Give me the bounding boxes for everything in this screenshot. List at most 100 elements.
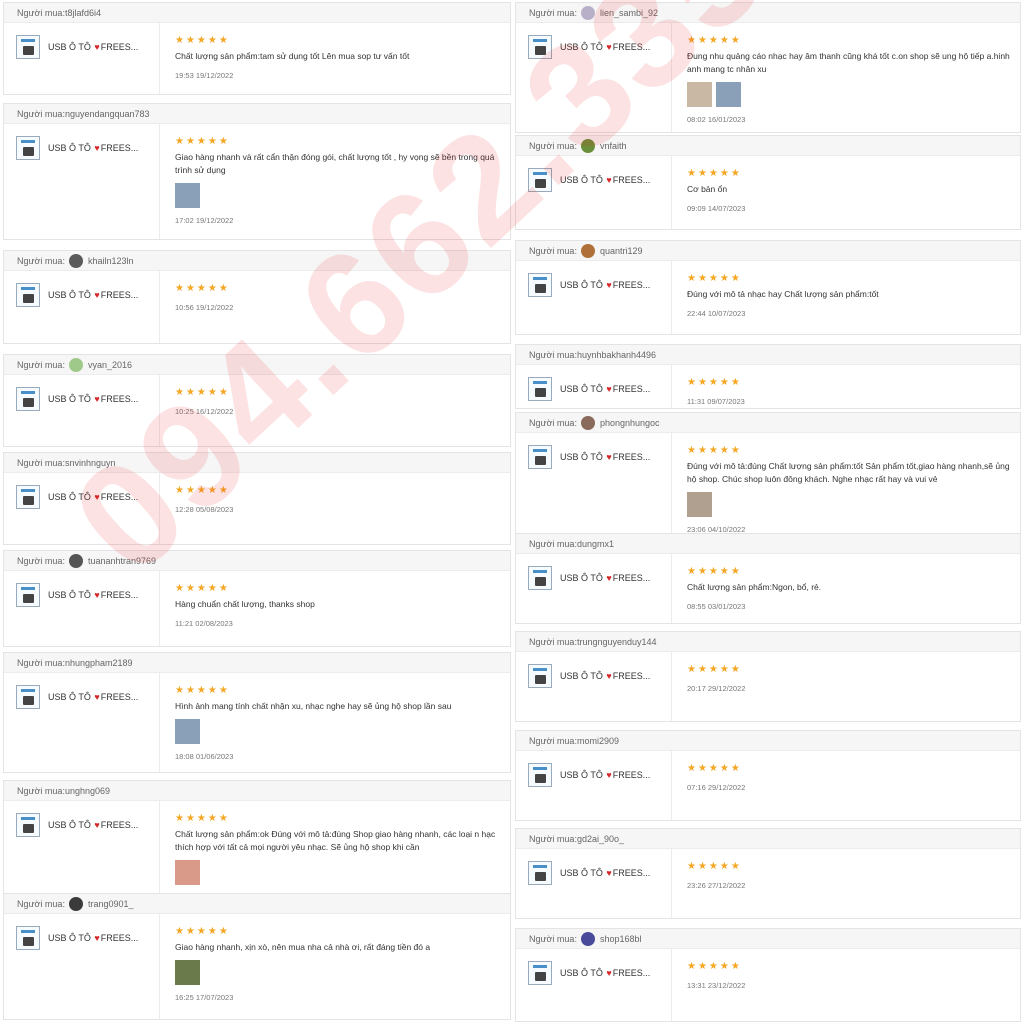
- review-photo[interactable]: [175, 719, 200, 744]
- product-thumbnail[interactable]: [16, 813, 40, 837]
- product-name[interactable]: USB Ô TÔ ♥FREES...: [560, 42, 650, 52]
- product-thumbnail[interactable]: [528, 664, 552, 688]
- product-link[interactable]: USB Ô TÔ ♥FREES...: [528, 273, 650, 297]
- product-link[interactable]: USB Ô TÔ ♥FREES...: [16, 685, 138, 709]
- product-thumbnail[interactable]: [528, 35, 552, 59]
- product-name[interactable]: USB Ô TÔ ♥FREES...: [560, 868, 650, 878]
- review-content: ★★★★★ Giao hàng nhanh, xịn xò, nên mua nh…: [175, 926, 502, 1002]
- buyer-name[interactable]: tuananhtran9769: [88, 556, 156, 566]
- buyer-name[interactable]: unghng069: [65, 786, 110, 796]
- product-link[interactable]: USB Ô TÔ ♥FREES...: [528, 377, 650, 401]
- product-name-text: USB Ô TÔ: [48, 143, 91, 153]
- product-thumbnail[interactable]: [16, 283, 40, 307]
- buyer-name[interactable]: quantri129: [600, 246, 643, 256]
- buyer-prefix: Người mua:: [529, 7, 577, 18]
- buyer-name[interactable]: gd2ai_90o_: [577, 834, 624, 844]
- product-thumbnail[interactable]: [528, 763, 552, 787]
- product-link[interactable]: USB Ô TÔ ♥FREES...: [16, 485, 138, 509]
- product-link[interactable]: USB Ô TÔ ♥FREES...: [528, 168, 650, 192]
- product-thumbnail[interactable]: [16, 136, 40, 160]
- product-link[interactable]: USB Ô TÔ ♥FREES...: [528, 566, 650, 590]
- product-link[interactable]: USB Ô TÔ ♥FREES...: [528, 763, 650, 787]
- buyer-name[interactable]: dungmx1: [577, 539, 614, 549]
- product-thumbnail[interactable]: [528, 273, 552, 297]
- product-link[interactable]: USB Ô TÔ ♥FREES...: [16, 35, 138, 59]
- product-name[interactable]: USB Ô TÔ ♥FREES...: [48, 590, 138, 600]
- review-photos: [687, 492, 1012, 517]
- product-link[interactable]: USB Ô TÔ ♥FREES...: [528, 961, 650, 985]
- product-name-suffix: FREES...: [612, 968, 651, 978]
- buyer-name[interactable]: trungnguyenduy144: [577, 637, 657, 647]
- review-photo[interactable]: [687, 492, 712, 517]
- heart-icon: ♥: [94, 820, 100, 830]
- product-thumbnail[interactable]: [528, 861, 552, 885]
- product-name[interactable]: USB Ô TÔ ♥FREES...: [560, 573, 650, 583]
- buyer-name[interactable]: phongnhungoc: [600, 418, 660, 428]
- product-thumbnail[interactable]: [16, 35, 40, 59]
- buyer-name[interactable]: momi2909: [577, 736, 619, 746]
- buyer-name[interactable]: trang0901_: [88, 899, 134, 909]
- review-timestamp: 08:02 16/01/2023: [687, 115, 746, 124]
- product-link[interactable]: USB Ô TÔ ♥FREES...: [16, 813, 138, 837]
- product-name[interactable]: USB Ô TÔ ♥FREES...: [560, 175, 650, 185]
- product-thumbnail[interactable]: [528, 445, 552, 469]
- product-name[interactable]: USB Ô TÔ ♥FREES...: [560, 968, 650, 978]
- product-name[interactable]: USB Ô TÔ ♥FREES...: [48, 143, 138, 153]
- product-link[interactable]: USB Ô TÔ ♥FREES...: [528, 35, 650, 59]
- product-thumbnail[interactable]: [528, 961, 552, 985]
- product-name[interactable]: USB Ô TÔ ♥FREES...: [48, 394, 138, 404]
- review-body: USB Ô TÔ ♥FREES... ★★★★★ 11:31 09/07/2023: [516, 365, 1020, 408]
- product-name[interactable]: USB Ô TÔ ♥FREES...: [48, 42, 138, 52]
- product-name[interactable]: USB Ô TÔ ♥FREES...: [48, 820, 138, 830]
- product-link[interactable]: USB Ô TÔ ♥FREES...: [528, 664, 650, 688]
- product-thumbnail[interactable]: [528, 168, 552, 192]
- product-link[interactable]: USB Ô TÔ ♥FREES...: [16, 583, 138, 607]
- buyer-name[interactable]: vyan_2016: [88, 360, 132, 370]
- review-card: Người mua: quantri129 USB Ô TÔ ♥FREES... ★★…: [515, 240, 1021, 335]
- review-body: USB Ô TÔ ♥FREES... ★★★★★ Cơ bản ổn 09:09 14…: [516, 156, 1020, 229]
- product-name[interactable]: USB Ô TÔ ♥FREES...: [48, 933, 138, 943]
- review-photo[interactable]: [175, 860, 200, 885]
- product-thumbnail[interactable]: [16, 685, 40, 709]
- review-photo[interactable]: [716, 82, 741, 107]
- buyer-name[interactable]: khailn123ln: [88, 256, 134, 266]
- product-name[interactable]: USB Ô TÔ ♥FREES...: [560, 452, 650, 462]
- buyer-name[interactable]: t8jlafd6i4: [65, 8, 101, 18]
- buyer-name[interactable]: vnfaith: [600, 141, 627, 151]
- product-thumbnail[interactable]: [16, 926, 40, 950]
- buyer-name[interactable]: nguyendangquan783: [65, 109, 150, 119]
- product-name[interactable]: USB Ô TÔ ♥FREES...: [560, 671, 650, 681]
- product-name-text: USB Ô TÔ: [48, 42, 91, 52]
- review-photo[interactable]: [687, 82, 712, 107]
- product-name[interactable]: USB Ô TÔ ♥FREES...: [560, 384, 650, 394]
- buyer-name[interactable]: huynhbakhanh4496: [577, 350, 656, 360]
- product-link[interactable]: USB Ô TÔ ♥FREES...: [16, 387, 138, 411]
- product-thumbnail[interactable]: [528, 377, 552, 401]
- column-divider: [159, 271, 160, 343]
- product-link[interactable]: USB Ô TÔ ♥FREES...: [16, 283, 138, 307]
- product-link[interactable]: USB Ô TÔ ♥FREES...: [528, 861, 650, 885]
- review-photo[interactable]: [175, 960, 200, 985]
- product-thumbnail[interactable]: [16, 387, 40, 411]
- product-name[interactable]: USB Ô TÔ ♥FREES...: [48, 692, 138, 702]
- buyer-name[interactable]: shop168bl: [600, 934, 642, 944]
- review-photo[interactable]: [175, 183, 200, 208]
- buyer-name[interactable]: nhungpham2189: [65, 658, 133, 668]
- product-thumbnail[interactable]: [528, 566, 552, 590]
- review-text: Chất lượng sản phẩm:tam sử dụng tốt Lên …: [175, 51, 410, 61]
- product-name[interactable]: USB Ô TÔ ♥FREES...: [48, 492, 138, 502]
- product-name[interactable]: USB Ô TÔ ♥FREES...: [560, 770, 650, 780]
- product-name-text: USB Ô TÔ: [560, 175, 603, 185]
- product-link[interactable]: USB Ô TÔ ♥FREES...: [16, 926, 138, 950]
- buyer-name[interactable]: lien_sambi_92: [600, 8, 658, 18]
- product-name[interactable]: USB Ô TÔ ♥FREES...: [48, 290, 138, 300]
- review-timestamp: 17:02 19/12/2022: [175, 216, 234, 225]
- product-thumbnail[interactable]: [16, 583, 40, 607]
- product-link[interactable]: USB Ô TÔ ♥FREES...: [16, 136, 138, 160]
- heart-icon: ♥: [606, 671, 612, 681]
- buyer-name[interactable]: snvinhnguyn: [65, 458, 116, 468]
- product-link[interactable]: USB Ô TÔ ♥FREES...: [528, 445, 650, 469]
- product-name[interactable]: USB Ô TÔ ♥FREES...: [560, 280, 650, 290]
- star-rating: ★★★★★: [175, 926, 230, 937]
- product-thumbnail[interactable]: [16, 485, 40, 509]
